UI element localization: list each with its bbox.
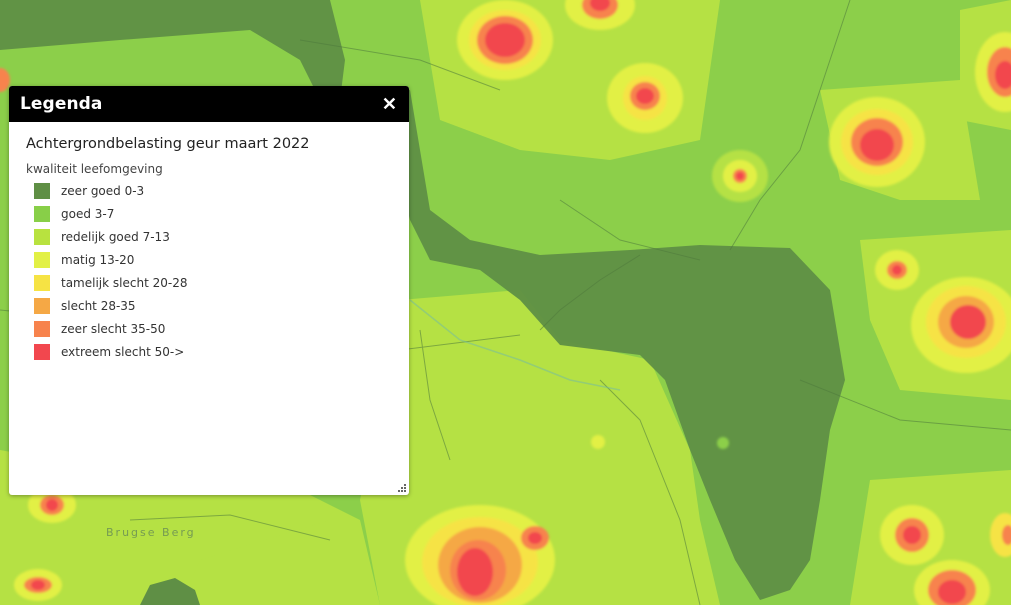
legend-item: extreem slecht 50-> xyxy=(26,340,392,363)
legend-item-label: redelijk goed 7-13 xyxy=(61,229,170,244)
legend-swatch xyxy=(34,228,50,245)
legend-item-label: extreem slecht 50-> xyxy=(61,344,185,359)
legend-item: zeer slecht 35-50 xyxy=(26,317,392,340)
resize-handle[interactable] xyxy=(398,484,406,492)
close-icon[interactable]: ✕ xyxy=(382,95,397,113)
hotspot-right-small xyxy=(875,250,919,290)
hotspot-right-upper xyxy=(829,97,925,187)
legend-item: slecht 28-35 xyxy=(26,294,392,317)
legend-item-label: slecht 28-35 xyxy=(61,298,136,313)
legend-item-label: matig 13-20 xyxy=(61,252,135,267)
legend-item: redelijk goed 7-13 xyxy=(26,225,392,248)
place-label: Brugse Berg xyxy=(106,526,196,539)
hotspot-top-center xyxy=(457,0,553,80)
legend-swatch xyxy=(34,320,50,337)
legend-panel: Legenda ✕ Achtergrondbelasting geur maar… xyxy=(9,86,409,495)
legend-header[interactable]: Legenda ✕ xyxy=(9,86,409,122)
hotspot-mid-top xyxy=(607,63,683,133)
legend-body: Achtergrondbelasting geur maart 2022 kwa… xyxy=(9,122,409,363)
legend-swatch xyxy=(34,297,50,314)
legend-list: zeer goed 0-3 goed 3-7 redelijk goed 7-13 m… xyxy=(26,179,392,363)
legend-item-label: zeer slecht 35-50 xyxy=(61,321,166,336)
legend-item-label: zeer goed 0-3 xyxy=(61,183,145,198)
legend-item: matig 13-20 xyxy=(26,248,392,271)
legend-swatch xyxy=(34,182,50,199)
group-label: kwaliteit leefomgeving xyxy=(26,162,163,176)
legend-swatch xyxy=(34,205,50,222)
legend-item-label: goed 3-7 xyxy=(61,206,115,221)
legend-item-label: tamelijk slecht 20-28 xyxy=(61,275,188,290)
legend-swatch xyxy=(34,251,50,268)
legend-title: Legenda xyxy=(20,94,103,114)
legend-item: zeer goed 0-3 xyxy=(26,179,392,202)
hotspot-small-mid xyxy=(712,150,768,202)
legend-item: goed 3-7 xyxy=(26,202,392,225)
legend-swatch xyxy=(34,274,50,291)
legend-item: tamelijk slecht 20-28 xyxy=(26,271,392,294)
legend-swatch xyxy=(34,343,50,360)
layer-title: Achtergrondbelasting geur maart 2022 xyxy=(26,136,310,152)
